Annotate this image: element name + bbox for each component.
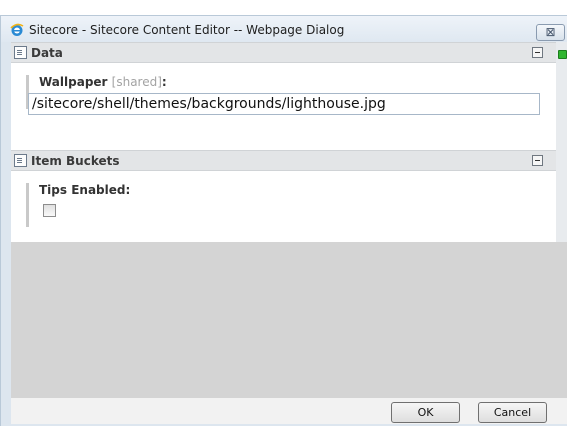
collapse-data-button[interactable] xyxy=(532,47,543,58)
ie-icon xyxy=(10,23,24,36)
ok-button[interactable]: OK xyxy=(391,402,460,423)
tips-enabled-label: Tips Enabled: xyxy=(39,183,131,197)
window-title: Sitecore - Sitecore Content Editor -- We… xyxy=(29,23,345,37)
wallpaper-input[interactable] xyxy=(28,93,540,115)
tips-enabled-checkbox[interactable] xyxy=(43,204,56,217)
collapse-item-buckets-button[interactable] xyxy=(532,155,543,166)
wallpaper-label-colon: : xyxy=(161,75,167,89)
document-icon xyxy=(14,154,27,167)
close-button[interactable]: ⊠ xyxy=(536,24,565,41)
dialog-content: Data Wallpaper [shared]: Item Buckets Ti… xyxy=(11,42,567,424)
document-icon xyxy=(14,46,27,59)
dialog-footer: OK Cancel xyxy=(11,398,567,424)
section-title-data: Data xyxy=(31,46,63,60)
close-icon: ⊠ xyxy=(545,25,556,39)
section-title-item-buckets: Item Buckets xyxy=(31,154,120,168)
dialog-window: Sitecore - Sitecore Content Editor -- We… xyxy=(0,15,567,426)
section-header-item-buckets[interactable]: Item Buckets xyxy=(11,150,556,171)
tips-enabled-field: Tips Enabled: xyxy=(26,183,130,227)
title-bar: Sitecore - Sitecore Content Editor -- We… xyxy=(1,16,567,42)
shared-marker: [shared] xyxy=(111,75,162,89)
cancel-button[interactable]: Cancel xyxy=(478,402,547,423)
section-header-data[interactable]: Data xyxy=(11,42,556,63)
empty-content-area xyxy=(11,242,567,398)
wallpaper-label: Wallpaper [shared]: xyxy=(39,75,167,89)
wallpaper-label-text: Wallpaper xyxy=(39,75,108,89)
green-status-icon xyxy=(558,50,567,59)
